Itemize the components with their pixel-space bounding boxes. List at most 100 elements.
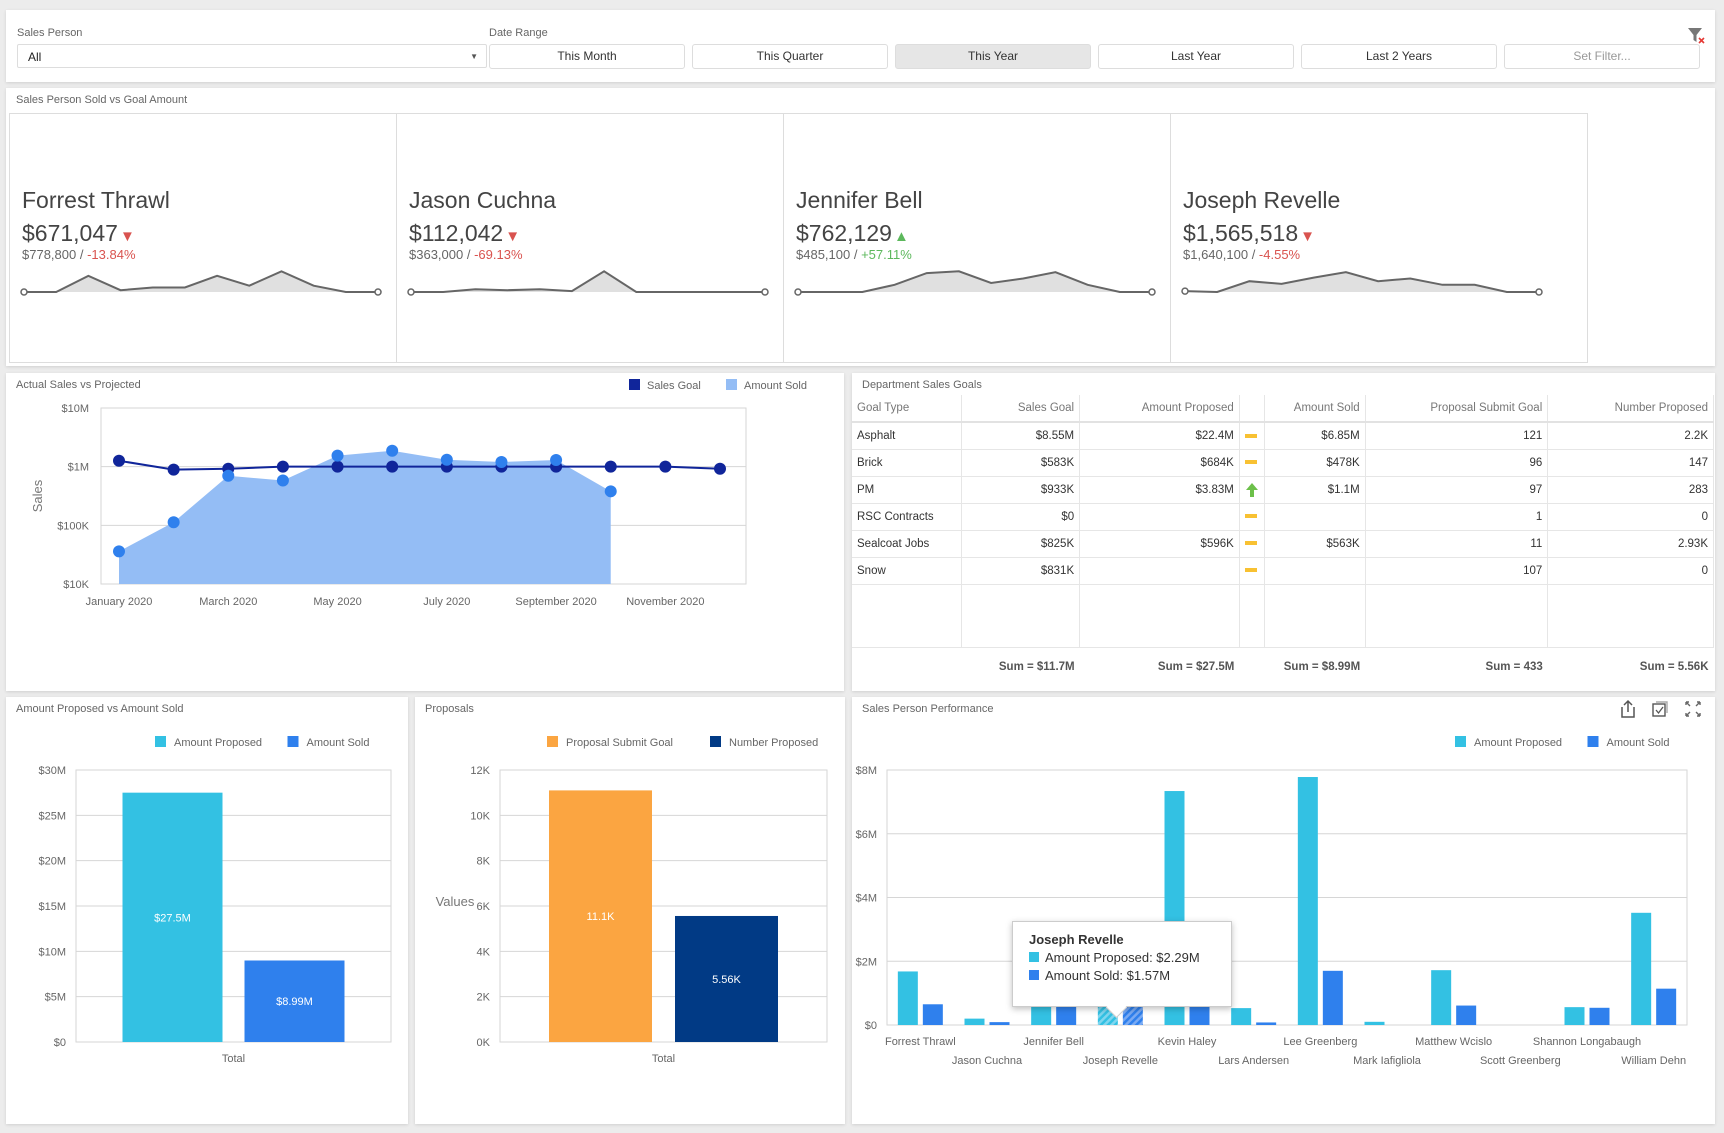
table-row[interactable]: Brick $583K $684K $478K 96 147 (852, 449, 1714, 477)
kpi-sold-value: $1,565,518 (1183, 220, 1299, 246)
trend-indicator-cell (1239, 557, 1265, 585)
sparkline-start-point (407, 288, 415, 296)
multi-select-icon[interactable] (1650, 699, 1670, 719)
x-tick-label: Matthew Wcislo (1415, 1036, 1492, 1048)
sales-goal-point (167, 463, 180, 476)
cell-number-proposed: 0 (1547, 557, 1714, 585)
department-sales-goals-panel: Department Sales Goals Goal Type Sales Go… (852, 373, 1715, 691)
amount-sold-point (440, 453, 453, 466)
arrow-up-icon (1245, 482, 1258, 497)
kpi-card[interactable]: Jason Cuchna $112,042 ▼ $363,000 / -69.13… (396, 113, 814, 363)
x-tick-label: Lars Andersen (1218, 1055, 1289, 1067)
actual-vs-projected-panel: Actual Sales vs Projected $10K $100K $1M $1… (6, 373, 844, 691)
kpi-sparkline (794, 270, 1156, 296)
column-header[interactable]: Amount Sold (1264, 395, 1366, 423)
total-goal-type (852, 646, 962, 687)
sales-goal-point (659, 460, 672, 473)
cell-proposal-goal: 121 (1365, 422, 1549, 450)
table-row[interactable]: Sealcoat Jobs $825K $596K $563K 11 2.93K (852, 530, 1714, 558)
bar-amount-sold (1256, 1022, 1277, 1025)
date-range-last-2-years[interactable]: Last 2 Years (1301, 44, 1497, 69)
chevron-down-icon: ▼ (470, 52, 478, 61)
sales-person-performance-chart: $0 $2M $4M $6M $8M Forrest Thrawl Jason Cuchna… (856, 736, 1688, 1067)
proposed-vs-sold-chart: $0 $5M $10M $15M $20M $25M $30M $27.5M $8.99M Tot… (38, 736, 392, 1065)
empty-row (852, 584, 1714, 648)
sales-person-select[interactable]: All ▼ (17, 44, 487, 68)
y-tick-label: $8M (856, 765, 877, 777)
amount-sold-point (113, 545, 125, 558)
amount-sold-point (167, 516, 180, 529)
cell-amount-proposed (1079, 503, 1240, 531)
y-axis-title: Sales (30, 479, 45, 512)
cell-amount-sold (1264, 557, 1366, 585)
legend-label: Proposal Submit Goal (566, 737, 673, 749)
date-range-this-month[interactable]: This Month (489, 44, 685, 69)
kpi-sparkline (407, 270, 769, 296)
tooltip-title: Joseph Revelle (1029, 932, 1124, 947)
trend-indicator-cell (1239, 476, 1265, 504)
date-range-this-quarter[interactable]: This Quarter (692, 44, 888, 69)
total-indicator (1239, 646, 1265, 687)
triangle-down-icon: ▼ (119, 228, 135, 245)
table-row[interactable]: Snow $831K 107 0 (852, 557, 1714, 585)
fullscreen-icon[interactable] (1683, 699, 1703, 719)
column-header[interactable] (1239, 395, 1265, 423)
date-range-last-year[interactable]: Last Year (1098, 44, 1294, 69)
cell-proposal-goal: 96 (1365, 449, 1549, 477)
cell-proposal-goal: 107 (1365, 557, 1549, 585)
kpi-card[interactable]: Forrest Thrawl $671,047 ▼ $778,800 / -13.… (9, 113, 427, 363)
kpi-sales-person-name: Jennifer Bell (796, 187, 923, 213)
legend-label: Amount Sold (1607, 737, 1670, 749)
cell-amount-proposed: $3.83M (1079, 476, 1240, 504)
column-header[interactable]: Goal Type (852, 395, 963, 423)
sales-person-performance-panel: Sales Person Performance $0 $2M $4M $6M $8M F… (852, 697, 1715, 1124)
cell-amount-proposed (1079, 557, 1240, 585)
export-icon[interactable] (1618, 699, 1638, 719)
sparkline-start-point (794, 288, 802, 296)
x-tick-label: January 2020 (86, 596, 153, 608)
clear-filter-icon[interactable] (1687, 26, 1705, 44)
amount-sold-point (222, 469, 235, 482)
total-number-proposed: Sum = 5.56K (1547, 646, 1714, 687)
y-tick-label: $1M (68, 462, 89, 474)
bar-amount-sold (922, 1004, 943, 1025)
amount-sold-point (495, 456, 508, 469)
column-header[interactable]: Proposal Submit Goal (1365, 395, 1549, 423)
cell-amount-proposed: $22.4M (1079, 422, 1240, 450)
legend-label-amount-sold: Amount Sold (744, 380, 807, 392)
kpi-sales-person-name: Jason Cuchna (409, 187, 557, 213)
cell-sales-goal: $831K (961, 557, 1081, 585)
table-row[interactable]: PM $933K $3.83M $1.1M 97 283 (852, 476, 1714, 504)
legend-swatch (547, 736, 558, 747)
sales-goal-point (386, 460, 399, 473)
sales-goal-point (714, 462, 726, 475)
cell-number-proposed: 0 (1547, 503, 1714, 531)
legend-label: Amount Sold (307, 737, 370, 749)
y-tick-label: $25M (38, 810, 66, 822)
sparkline-end-point (1535, 288, 1543, 296)
y-tick-label: 10K (470, 810, 490, 822)
kpi-card[interactable]: Joseph Revelle $1,565,518 ▼ $1,640,100 / … (1170, 113, 1588, 363)
cell-sales-goal: $825K (961, 530, 1081, 558)
kpi-card[interactable]: Jennifer Bell $762,129 ▲ $485,100 / +57.1… (783, 113, 1201, 363)
kpi-goal-amount: $778,800 (22, 247, 77, 262)
kpi-sold-amount: $1,565,518 ▼ (1183, 220, 1315, 247)
bar-amount-proposed (1231, 1008, 1252, 1025)
column-header[interactable]: Number Proposed (1547, 395, 1714, 423)
sales-goal-point (113, 454, 125, 467)
column-header[interactable]: Amount Proposed (1079, 395, 1240, 423)
set-filter-button[interactable]: Set Filter... (1504, 44, 1700, 69)
kpi-sold-amount: $762,129 ▲ (796, 220, 909, 247)
total-amount-sold: Sum = $8.99M (1264, 646, 1366, 687)
x-tick-label: Mark Iafigliola (1353, 1055, 1422, 1067)
column-header[interactable]: Sales Goal (961, 395, 1081, 423)
bar-amount-proposed (897, 971, 918, 1025)
legend-swatch (710, 736, 721, 747)
table-row[interactable]: RSC Contracts $0 1 0 (852, 503, 1714, 531)
cell-amount-proposed: $596K (1079, 530, 1240, 558)
sparkline-end-point (1148, 288, 1156, 296)
date-range-this-year[interactable]: This Year (895, 44, 1091, 69)
kpi-sold-value: $671,047 (22, 220, 118, 246)
x-tick-label: Total (652, 1053, 675, 1065)
table-row[interactable]: Asphalt $8.55M $22.4M $6.85M 121 2.2K (852, 422, 1714, 450)
